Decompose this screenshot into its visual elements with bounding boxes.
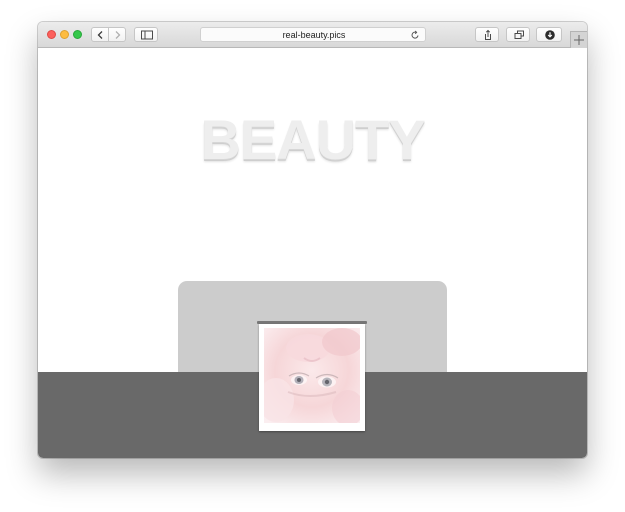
plus-icon <box>574 35 584 45</box>
share-icon <box>485 29 491 40</box>
sidebar-button[interactable] <box>134 27 158 42</box>
browser-toolbar: real-beauty.pics <box>38 22 587 48</box>
reload-icon[interactable] <box>410 29 420 41</box>
back-button[interactable] <box>91 27 109 42</box>
web-page-viewport: BEAUTY <box>38 48 587 458</box>
photo-frame[interactable] <box>259 324 365 431</box>
download-icon <box>545 30 555 40</box>
upside-down-portrait-photo <box>264 328 360 423</box>
page-headline: BEAUTY <box>200 108 425 171</box>
minimize-window-button[interactable] <box>60 30 69 39</box>
downloads-button[interactable] <box>536 27 562 42</box>
close-window-button[interactable] <box>47 30 56 39</box>
browser-window: real-beauty.pics BEAUTY <box>38 22 587 458</box>
share-button[interactable] <box>475 27 499 42</box>
desktop-background: real-beauty.pics BEAUTY <box>0 0 625 512</box>
new-tab-button[interactable] <box>570 31 587 48</box>
url-text: real-beauty.pics <box>282 30 346 40</box>
tabs-overview-button[interactable] <box>506 27 530 42</box>
chevron-right-icon <box>115 31 121 39</box>
sidebar-icon <box>141 30 153 40</box>
address-bar[interactable]: real-beauty.pics <box>200 27 426 42</box>
zoom-window-button[interactable] <box>73 30 82 39</box>
tabs-overview-icon <box>514 30 524 39</box>
forward-button[interactable] <box>108 27 126 42</box>
